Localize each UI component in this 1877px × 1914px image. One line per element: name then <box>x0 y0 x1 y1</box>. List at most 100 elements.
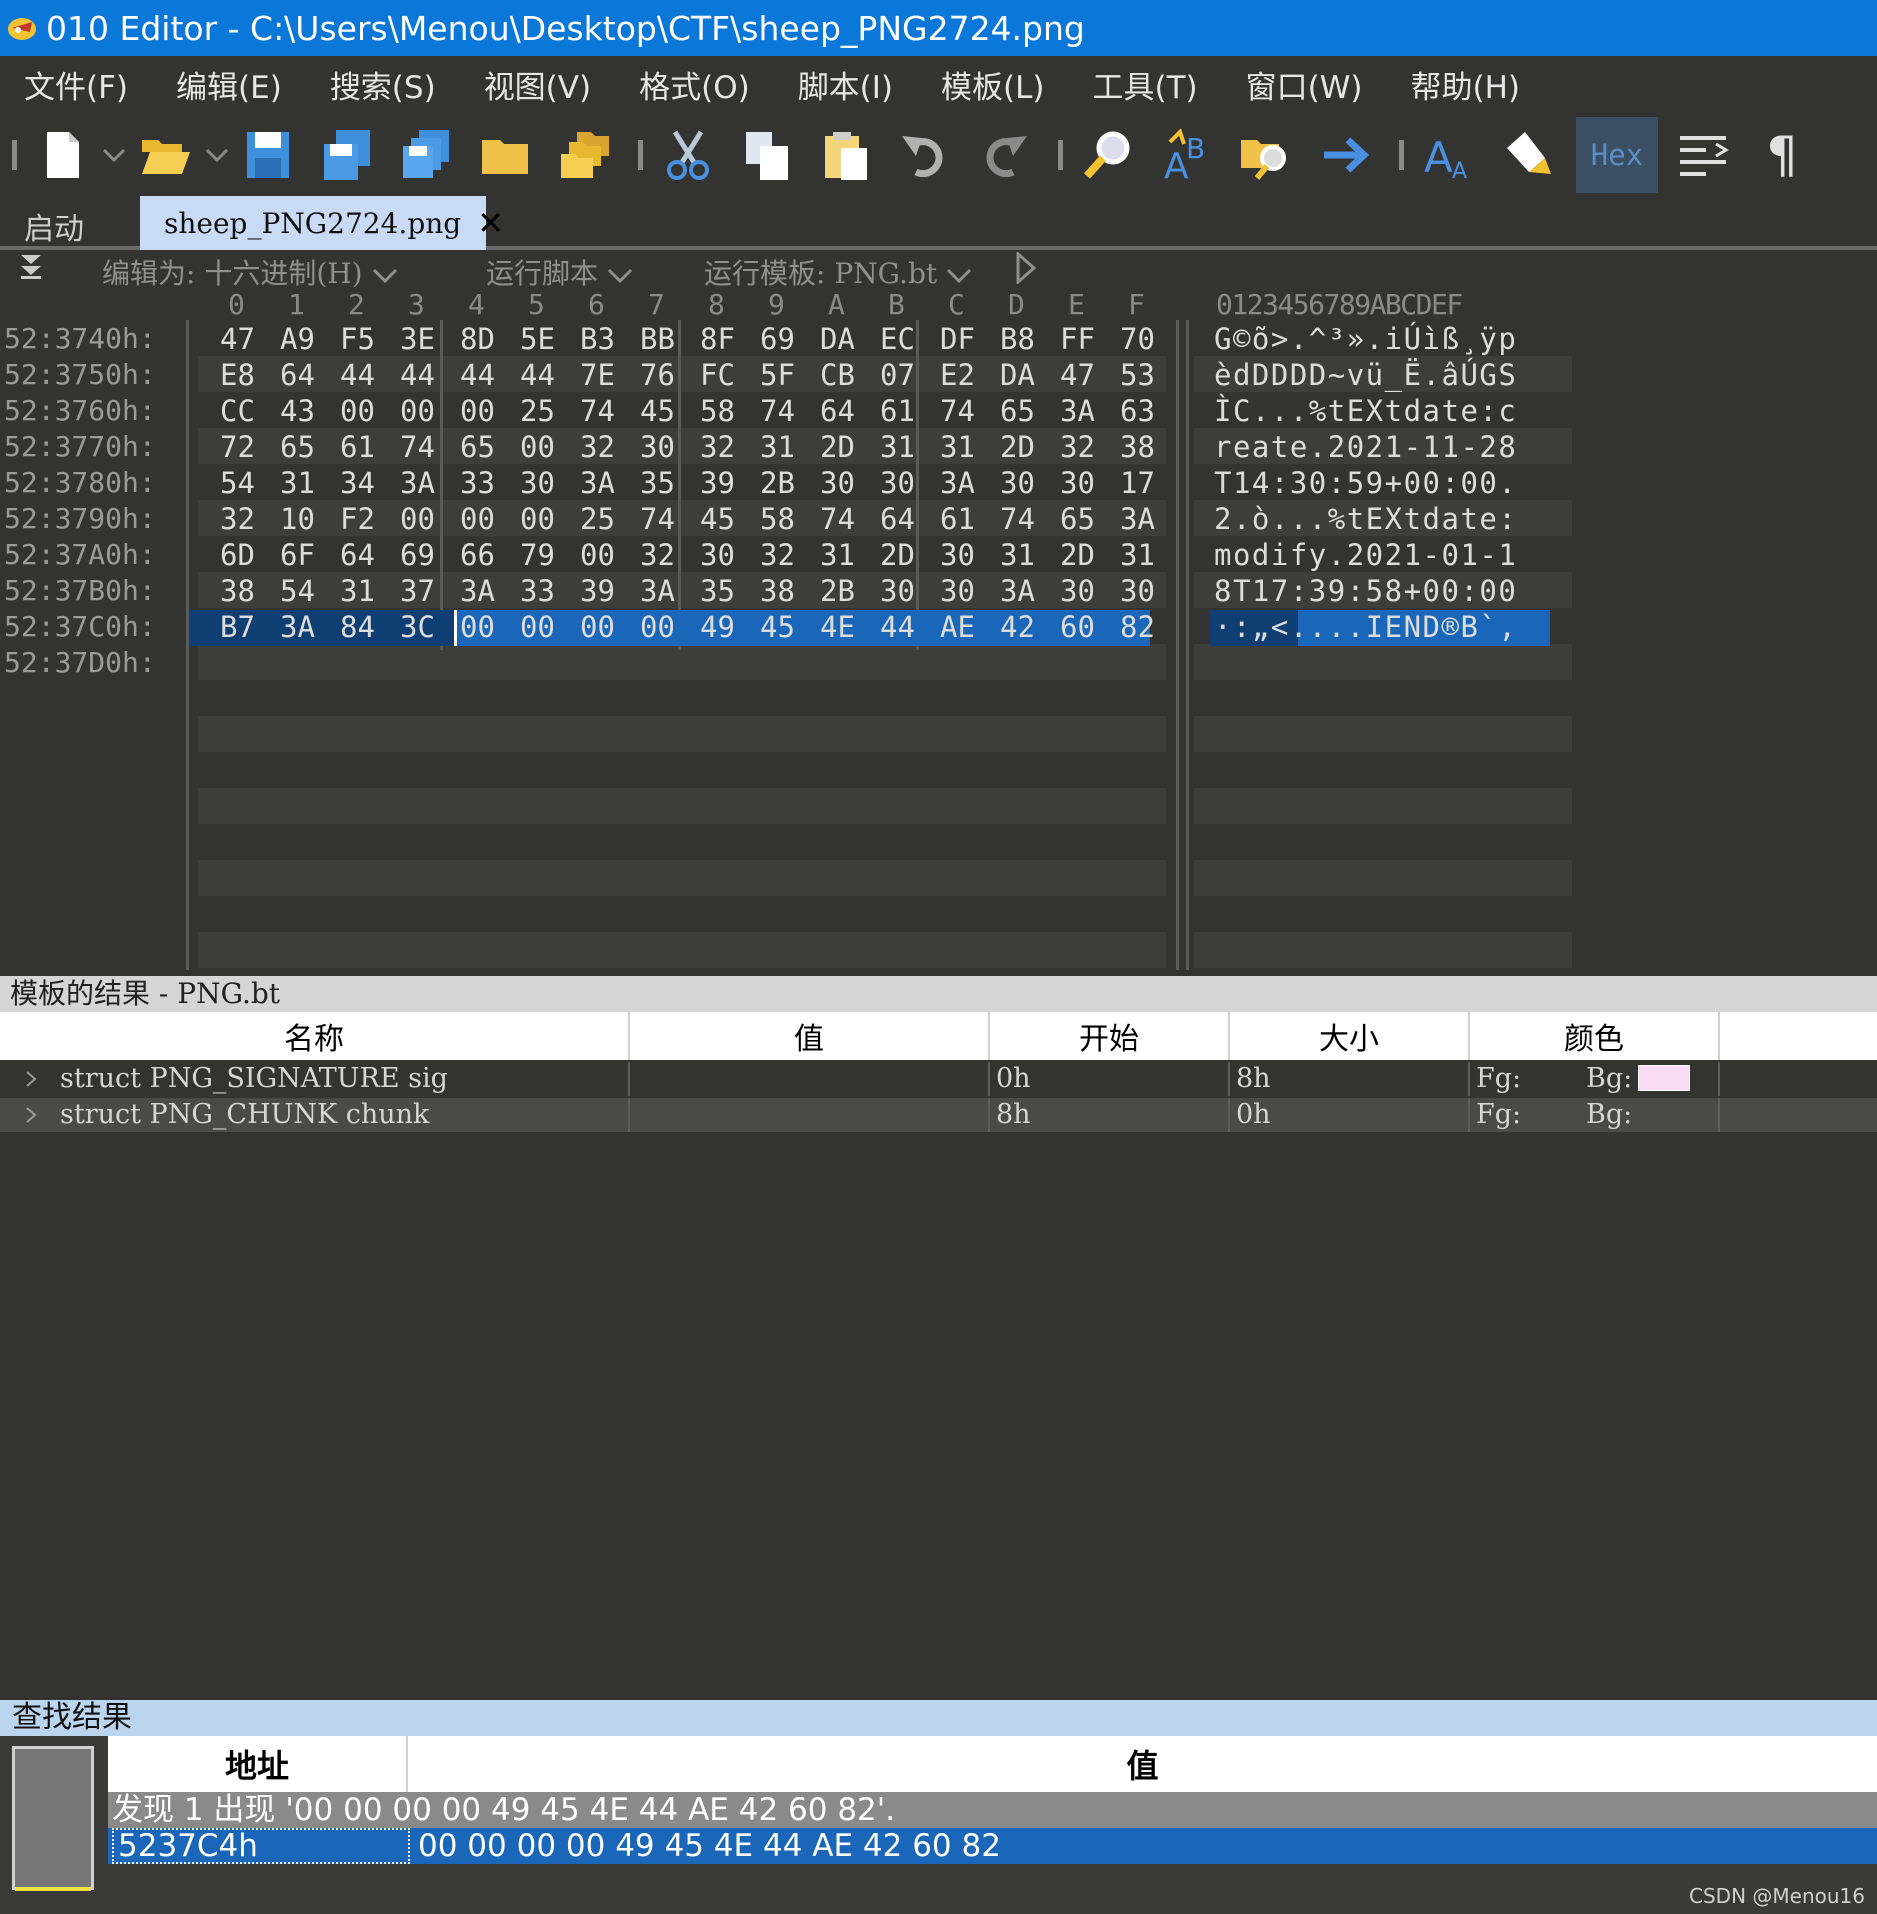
hex-byte[interactable]: 65 <box>280 430 315 464</box>
hex-byte[interactable]: 82 <box>1120 610 1155 644</box>
hex-byte[interactable]: 6D <box>220 538 255 572</box>
ascii-row[interactable]: G©õ>.^³».iÚìß¸ÿp <box>1214 322 1517 356</box>
hex-byte[interactable]: 00 <box>460 394 495 428</box>
hex-byte[interactable]: 00 <box>520 610 555 644</box>
hex-byte[interactable]: 32 <box>700 430 735 464</box>
hex-byte[interactable]: 31 <box>880 430 915 464</box>
hex-byte[interactable]: CB <box>820 358 855 392</box>
hex-byte[interactable]: 63 <box>1120 394 1155 428</box>
hex-byte[interactable]: 39 <box>700 466 735 500</box>
font-button[interactable]: AA <box>1418 120 1480 190</box>
hex-byte[interactable]: 3A <box>940 466 975 500</box>
hex-byte[interactable]: 84 <box>340 610 375 644</box>
hex-byte[interactable]: 00 <box>400 394 435 428</box>
hex-byte[interactable]: 2B <box>760 466 795 500</box>
hex-byte[interactable]: 34 <box>340 466 375 500</box>
hex-byte[interactable]: 31 <box>940 430 975 464</box>
hex-byte[interactable]: 30 <box>700 538 735 572</box>
hex-byte[interactable]: 37 <box>400 574 435 608</box>
ascii-row[interactable]: reate.2021-11-28 <box>1214 430 1517 464</box>
open-multiple-button[interactable] <box>553 120 615 190</box>
hex-byte[interactable]: 76 <box>640 358 675 392</box>
tab-start[interactable]: 启动 <box>24 204 84 248</box>
hex-byte[interactable]: 31 <box>1000 538 1035 572</box>
hex-byte[interactable]: 3A <box>580 466 615 500</box>
hex-byte[interactable]: 47 <box>1060 358 1095 392</box>
hex-byte[interactable]: DA <box>820 322 855 356</box>
hex-byte[interactable]: 43 <box>280 394 315 428</box>
hex-byte[interactable]: 31 <box>340 574 375 608</box>
open-workspace-button[interactable] <box>474 120 536 190</box>
hex-byte[interactable]: 66 <box>460 538 495 572</box>
menu-tools[interactable]: 工具(T) <box>1093 62 1198 107</box>
hex-byte[interactable]: 74 <box>580 394 615 428</box>
menu-search[interactable]: 搜索(S) <box>330 62 436 107</box>
hex-byte[interactable]: 00 <box>460 502 495 536</box>
hex-byte[interactable]: 79 <box>520 538 555 572</box>
hex-byte[interactable]: 00 <box>580 538 615 572</box>
open-file-button[interactable] <box>134 120 196 190</box>
hex-byte[interactable]: 45 <box>700 502 735 536</box>
hex-byte[interactable]: 49 <box>700 610 735 644</box>
paste-button[interactable] <box>815 120 877 190</box>
hex-byte[interactable]: 32 <box>1060 430 1095 464</box>
collapse-toggle[interactable] <box>18 252 44 287</box>
ascii-row[interactable]: 8T17:39:58+00:00 <box>1214 574 1517 608</box>
hex-byte[interactable]: 17 <box>1120 466 1155 500</box>
cut-button[interactable] <box>657 120 719 190</box>
menu-window[interactable]: 窗口(W) <box>1246 62 1363 107</box>
find-col-value[interactable]: 值 <box>408 1736 1877 1792</box>
hex-byte[interactable]: 30 <box>1060 466 1095 500</box>
hex-byte[interactable]: 58 <box>700 394 735 428</box>
highlight-button[interactable] <box>1497 120 1559 190</box>
hex-byte[interactable]: 64 <box>820 394 855 428</box>
run-script-dropdown[interactable]: 运行脚本 <box>486 252 634 292</box>
edit-as-dropdown[interactable]: 编辑为: 十六进制(H) <box>102 252 399 292</box>
hex-byte[interactable]: 32 <box>640 538 675 572</box>
hex-byte[interactable]: 74 <box>640 502 675 536</box>
hex-byte[interactable]: 30 <box>940 574 975 608</box>
hex-byte[interactable]: 35 <box>700 574 735 608</box>
hex-byte[interactable]: B3 <box>580 322 615 356</box>
menu-file[interactable]: 文件(F) <box>24 62 128 107</box>
ascii-row[interactable]: èdDDDD~vü_Ë.âÚGS <box>1214 358 1517 392</box>
hex-byte[interactable]: 74 <box>400 430 435 464</box>
menu-help[interactable]: 帮助(H) <box>1410 62 1520 107</box>
hex-byte[interactable]: 31 <box>280 466 315 500</box>
hex-byte[interactable]: FC <box>700 358 735 392</box>
hex-byte[interactable]: AE <box>940 610 975 644</box>
find-summary-row[interactable]: 发现 1 出现 '00 00 00 00 49 45 4E 44 AE 42 6… <box>108 1792 1877 1828</box>
columns-button[interactable] <box>1672 120 1734 190</box>
hex-byte[interactable]: 74 <box>820 502 855 536</box>
hex-byte[interactable]: 30 <box>1060 574 1095 608</box>
col-header-start[interactable]: 开始 <box>990 1012 1230 1060</box>
hex-byte[interactable]: 64 <box>880 502 915 536</box>
hex-byte[interactable]: 00 <box>460 610 495 644</box>
hex-byte[interactable]: 5E <box>520 322 555 356</box>
hex-byte[interactable]: 44 <box>340 358 375 392</box>
hex-byte[interactable]: 5F <box>760 358 795 392</box>
hex-byte[interactable]: 00 <box>340 394 375 428</box>
hex-byte[interactable]: 31 <box>760 430 795 464</box>
hex-byte[interactable]: 07 <box>880 358 915 392</box>
hex-byte[interactable]: FF <box>1060 322 1095 356</box>
hex-byte[interactable]: 3A <box>1120 502 1155 536</box>
hex-byte[interactable]: 8F <box>700 322 735 356</box>
hex-byte[interactable]: BB <box>640 322 675 356</box>
hex-byte[interactable]: 30 <box>640 430 675 464</box>
hex-byte[interactable]: 2D <box>880 538 915 572</box>
hex-byte[interactable]: 61 <box>940 502 975 536</box>
hex-byte[interactable]: 3E <box>400 322 435 356</box>
hex-byte[interactable]: 3A <box>1000 574 1035 608</box>
hex-byte[interactable]: 32 <box>220 502 255 536</box>
hex-byte[interactable]: 00 <box>520 502 555 536</box>
hex-byte[interactable]: 31 <box>820 538 855 572</box>
hex-byte[interactable]: F5 <box>340 322 375 356</box>
menu-templates[interactable]: 模板(L) <box>941 62 1044 107</box>
hex-byte[interactable]: 3A <box>640 574 675 608</box>
hex-byte[interactable]: CC <box>220 394 255 428</box>
hex-byte[interactable]: 64 <box>280 358 315 392</box>
hex-byte[interactable]: 2D <box>1000 430 1035 464</box>
hex-byte[interactable]: 32 <box>760 538 795 572</box>
close-icon[interactable]: ✕ <box>477 204 504 242</box>
